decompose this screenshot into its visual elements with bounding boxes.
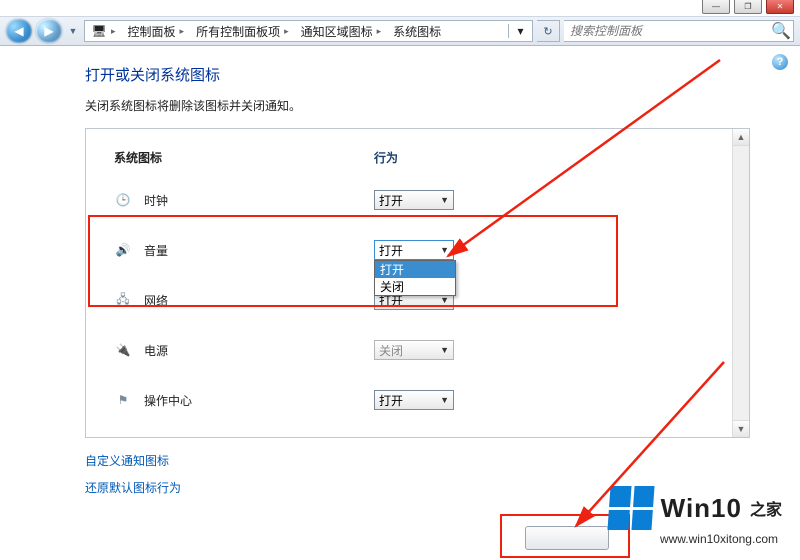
search-box[interactable]: 🔍 xyxy=(564,20,794,42)
row-label: 电源 xyxy=(144,342,168,359)
breadcrumb[interactable]: 🖥▸ 控制面板▸ 所有控制面板项▸ 通知区域图标▸ 系统图标 ▾ xyxy=(84,20,533,42)
scroll-up-icon[interactable]: ▲ xyxy=(733,129,749,146)
behavior-select-flag[interactable]: 打开▼ xyxy=(374,390,454,410)
refresh-button[interactable]: ↻ xyxy=(537,21,559,41)
flag-icon: ⚑ xyxy=(114,391,132,409)
nav-forward-button[interactable]: ▶ xyxy=(36,19,62,43)
help-button[interactable]: ? xyxy=(772,54,788,70)
row-label: 操作中心 xyxy=(144,392,192,409)
column-header-icon: 系统图标 xyxy=(114,149,374,166)
page-subtitle: 关闭系统图标将删除该图标并关闭通知。 xyxy=(85,97,750,114)
behavior-select-volume[interactable]: 打开▼打开关闭 xyxy=(374,240,454,260)
select-option[interactable]: 打开 xyxy=(375,261,455,278)
crumb-3[interactable]: 系统图标 xyxy=(393,23,441,40)
page-title: 打开或关闭系统图标 xyxy=(85,64,750,85)
crumb-1[interactable]: 所有控制面板项 xyxy=(196,23,280,40)
behavior-select-clock[interactable]: 打开▼ xyxy=(374,190,454,210)
search-input[interactable] xyxy=(564,24,769,38)
clock-icon: 🕒 xyxy=(114,191,132,209)
scrollbar[interactable]: ▲ ▼ xyxy=(732,129,749,437)
address-bar: ◀ ▶ ▼ 🖥▸ 控制面板▸ 所有控制面板项▸ 通知区域图标▸ 系统图标 ▾ ↻… xyxy=(0,16,800,46)
nav-history-dropdown[interactable]: ▼ xyxy=(66,20,80,42)
window-minimize-button[interactable]: — xyxy=(702,0,730,14)
chevron-down-icon: ▼ xyxy=(440,395,449,405)
table-row: 🕒 时钟 打开▼ xyxy=(114,175,729,225)
watermark-url: www.win10xitong.com xyxy=(660,532,778,546)
row-label: 音量 xyxy=(144,242,168,259)
scroll-down-icon[interactable]: ▼ xyxy=(733,420,749,437)
address-dropdown[interactable]: ▾ xyxy=(508,24,532,38)
row-label: 网络 xyxy=(144,292,168,309)
table-row: 🔊 音量 打开▼打开关闭 xyxy=(114,225,729,275)
arrow-right-icon: ▶ xyxy=(44,24,53,38)
column-header-behavior: 行为 xyxy=(374,149,494,166)
window-maximize-button[interactable]: ❐ xyxy=(734,0,762,14)
chevron-down-icon: ▼ xyxy=(440,195,449,205)
ok-button[interactable] xyxy=(525,526,609,550)
crumb-0[interactable]: 控制面板 xyxy=(128,23,176,40)
select-option[interactable]: 关闭 xyxy=(375,278,455,295)
select-popup: 打开关闭 xyxy=(374,260,456,296)
watermark-logo: Win10 之家 xyxy=(609,486,782,530)
customize-notification-icons-link[interactable]: 自定义通知图标 xyxy=(85,452,750,469)
search-icon: 🔍 xyxy=(769,21,793,41)
power-icon: 🔌 xyxy=(114,341,132,359)
arrow-left-icon: ◀ xyxy=(14,24,23,38)
network-icon: 🖧 xyxy=(114,291,132,309)
control-panel-icon: 🖥 xyxy=(91,23,107,39)
behavior-select-power: 关闭▼ xyxy=(374,340,454,360)
table-row: 🔌 电源 关闭▼ xyxy=(114,325,729,375)
nav-back-button[interactable]: ◀ xyxy=(6,19,32,43)
chevron-down-icon: ▼ xyxy=(440,245,449,255)
chevron-down-icon: ▼ xyxy=(440,295,449,305)
windows-logo-icon xyxy=(607,486,654,530)
window-close-button[interactable]: ✕ xyxy=(766,0,794,14)
row-label: 时钟 xyxy=(144,192,168,209)
chevron-down-icon: ▼ xyxy=(440,345,449,355)
crumb-2[interactable]: 通知区域图标 xyxy=(301,23,373,40)
icons-panel: ▲ ▼ 系统图标 行为 🕒时钟打开▼🔊音量打开▼打开关闭🖧网络打开▼🔌电源关闭▼… xyxy=(85,128,750,438)
table-row: ⚑ 操作中心 打开▼ xyxy=(114,375,729,425)
volume-icon: 🔊 xyxy=(114,241,132,259)
